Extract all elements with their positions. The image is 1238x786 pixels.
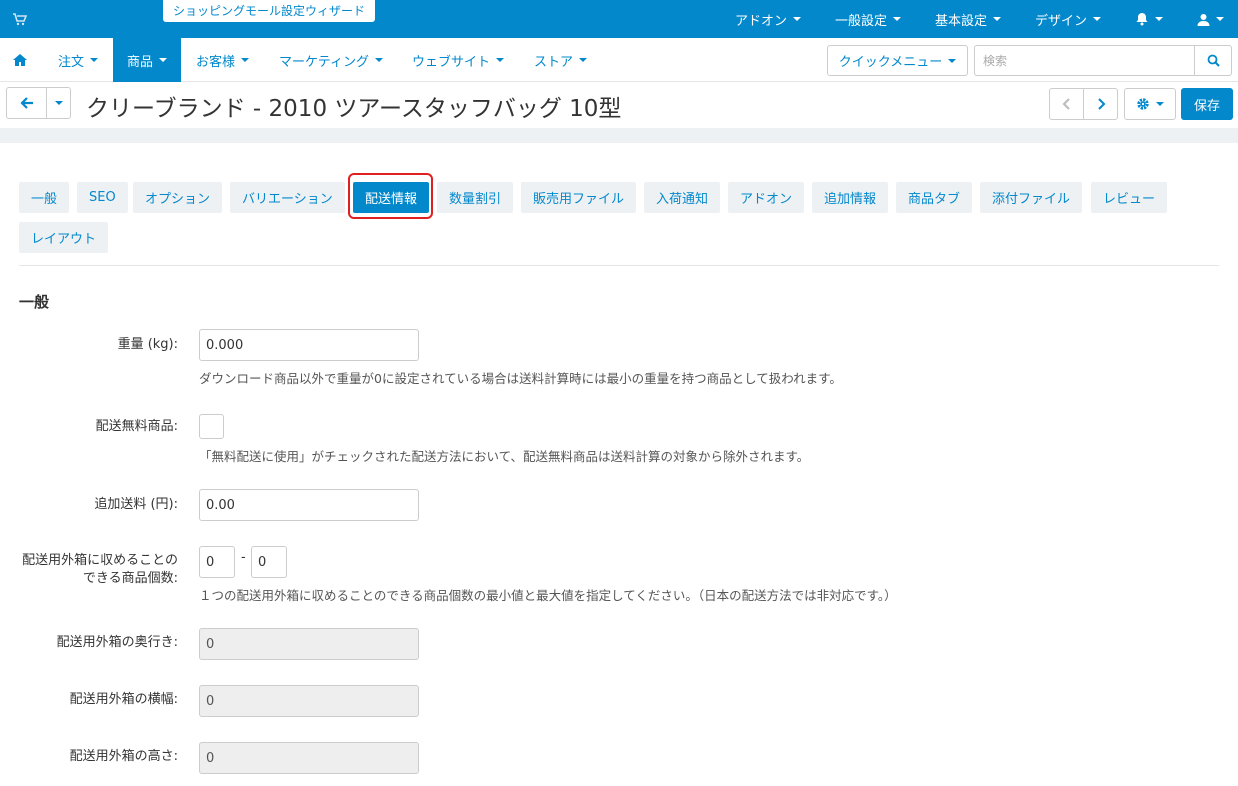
chevron-down-icon (992, 17, 1001, 21)
chevron-down-icon (159, 58, 168, 62)
free-shipping-checkbox[interactable] (199, 414, 224, 439)
cart-icon[interactable] (12, 11, 28, 27)
tab-general[interactable]: 一般 (19, 182, 70, 213)
back-button-group (6, 87, 71, 119)
search-input[interactable] (974, 45, 1195, 76)
active-tab-highlight (348, 173, 433, 219)
nav-products[interactable]: 商品 (113, 38, 182, 82)
tab-attachments[interactable]: 添付ファイル (980, 182, 1083, 213)
weight-help: ダウンロード商品以外で重量が0に設定されている場合は送料計算時には最小の重量を持… (199, 371, 842, 386)
box-items-label: 配送用外箱に収めることの できる商品個数: (22, 553, 178, 586)
tab-files[interactable]: 販売用ファイル (521, 182, 637, 213)
home-icon[interactable] (12, 52, 28, 68)
user-icon (1197, 13, 1210, 26)
chevron-down-icon (90, 58, 99, 62)
gear-icon (1137, 98, 1149, 110)
page-title: クリーブランド - 2010 ツアースタッフバッグ 10型 (86, 96, 622, 122)
chevron-down-icon (579, 58, 588, 62)
box-depth-label: 配送用外箱の奥行き: (56, 635, 178, 650)
back-history-dropdown[interactable] (47, 88, 70, 118)
nav-orders[interactable]: 注文 (58, 38, 99, 82)
user-menu[interactable] (1197, 13, 1224, 26)
top-menu-addons[interactable]: アドオン (735, 10, 801, 29)
chevron-down-icon (54, 101, 63, 105)
box-items-min-input[interactable] (199, 546, 235, 578)
chevron-down-icon (1156, 102, 1164, 106)
nav-customers[interactable]: お客様 (196, 38, 250, 82)
tabs-divider (19, 265, 1219, 266)
free-shipping-label: 配送無料商品: (95, 419, 178, 434)
setup-wizard-button[interactable]: ショッピングモール設定ウィザード (163, 0, 376, 22)
tab-product-tabs[interactable]: 商品タブ (896, 182, 973, 213)
weight-input[interactable] (199, 329, 419, 361)
box-depth-input (199, 628, 419, 660)
arrow-left-icon (19, 97, 33, 109)
bell-icon (1136, 13, 1148, 26)
box-width-label: 配送用外箱の横幅: (69, 692, 178, 707)
box-items-max-input[interactable] (251, 546, 287, 578)
tab-extra-info[interactable]: 追加情報 (812, 182, 889, 213)
settings-dropdown-button[interactable] (1124, 88, 1176, 120)
next-product-button[interactable] (1083, 88, 1118, 120)
chevron-down-icon (1093, 17, 1101, 21)
search-icon (1207, 54, 1220, 67)
range-separator: - (241, 550, 246, 565)
tab-layout[interactable]: レイアウト (19, 222, 109, 253)
top-menu: アドオン 一般設定 基本設定 デザイン (701, 0, 1224, 38)
save-button[interactable]: 保存 (1181, 88, 1233, 120)
box-height-input (199, 742, 419, 774)
tab-options[interactable]: オプション (133, 182, 223, 213)
chevron-down-icon (374, 58, 383, 62)
box-height-label: 配送用外箱の高さ: (69, 749, 178, 764)
search-button[interactable] (1194, 45, 1232, 76)
title-bar: クリーブランド - 2010 ツアースタッフバッグ 10型 保存 (0, 83, 1238, 128)
tab-quantity-discounts[interactable]: 数量割引 (437, 182, 514, 213)
notifications-menu[interactable] (1135, 12, 1163, 26)
tab-reviews[interactable]: レビュー (1091, 182, 1168, 213)
weight-label: 重量 (kg): (117, 337, 178, 352)
quick-menu-button[interactable]: クイックメニュー (827, 45, 968, 76)
extra-shipping-input[interactable] (199, 489, 419, 521)
top-menu-general-settings[interactable]: 一般設定 (835, 10, 901, 29)
chevron-down-icon (496, 58, 505, 62)
chevron-down-icon (892, 17, 901, 21)
box-items-help: １つの配送用外箱に収めることのできる商品個数の最小値と最大値を指定してください。… (199, 588, 897, 603)
nav-website[interactable]: ウェブサイト (412, 38, 505, 82)
chevron-down-icon (1216, 17, 1224, 21)
section-title: 一般 (19, 293, 50, 311)
content-header-strip (0, 128, 1238, 143)
top-menu-design[interactable]: デザイン (1035, 10, 1101, 29)
chevron-down-icon (792, 17, 801, 21)
tab-seo[interactable]: SEO (77, 182, 128, 213)
main-nav: 注文 商品 お客様 マーケティング ウェブサイト ストア クイックメニュー (0, 38, 1238, 82)
box-width-input (199, 685, 419, 717)
top-menu-basic-settings[interactable]: 基本設定 (935, 10, 1001, 29)
nav-marketing[interactable]: マーケティング (279, 38, 383, 82)
tab-addons[interactable]: アドオン (728, 182, 805, 213)
tab-stock-notification[interactable]: 入荷通知 (644, 182, 721, 213)
tab-variations[interactable]: バリエーション (230, 182, 345, 213)
free-shipping-help: 「無料配送に使用」がチェックされた配送方法において、配送無料商品は送料計算の対象… (199, 449, 810, 464)
back-button[interactable] (7, 88, 47, 118)
nav-store[interactable]: ストア (534, 38, 588, 82)
chevron-left-icon (1062, 98, 1070, 110)
extra-shipping-label: 追加送料 (円): (94, 497, 178, 512)
chevron-down-icon (1155, 17, 1163, 21)
chevron-right-icon (1097, 98, 1105, 110)
chevron-down-icon (241, 58, 250, 62)
top-bar: ショッピングモール設定ウィザード アドオン 一般設定 基本設定 デザイン (0, 0, 1238, 38)
prev-product-button[interactable] (1049, 88, 1084, 120)
chevron-down-icon (948, 58, 957, 63)
